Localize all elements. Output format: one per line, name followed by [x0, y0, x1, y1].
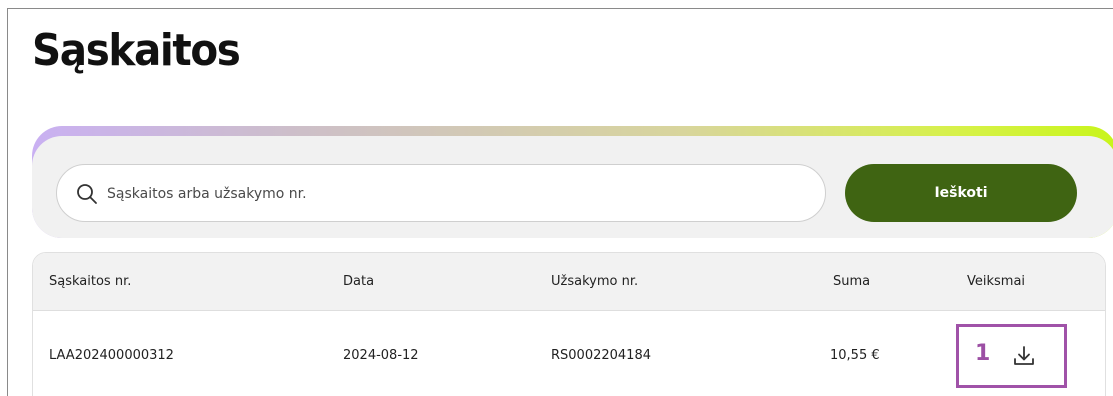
search-input[interactable] [105, 167, 809, 221]
annotation-highlight: 1 [956, 324, 1067, 388]
invoices-table: Sąskaitos nr. Data Užsakymo nr. Suma Vei… [32, 252, 1106, 396]
annotation-step-number: 1 [975, 341, 991, 366]
search-box[interactable] [56, 164, 826, 222]
search-button[interactable]: Ieškoti [845, 164, 1077, 222]
column-header-actions: Veiksmai [967, 274, 1026, 289]
column-header-date: Data [343, 274, 375, 289]
invoice-amount: 10,55 € [830, 348, 880, 363]
search-panel: Ieškoti [32, 126, 1113, 238]
invoice-number: LAA202400000312 [49, 348, 174, 363]
search-icon [77, 184, 97, 204]
column-header-invoice-no: Sąskaitos nr. [49, 274, 132, 289]
order-number: RS0002204184 [551, 348, 651, 363]
invoice-date: 2024-08-12 [343, 348, 419, 363]
column-header-amount: Suma [833, 274, 871, 289]
table-header: Sąskaitos nr. Data Užsakymo nr. Suma Vei… [33, 253, 1105, 311]
column-header-order-no: Užsakymo nr. [551, 274, 639, 289]
search-panel-inner: Ieškoti [32, 136, 1113, 238]
page-frame: Sąskaitos Ieškoti Sąskaitos nr. Data Užs… [7, 8, 1113, 396]
page-title: Sąskaitos [32, 25, 241, 76]
download-icon[interactable] [1011, 343, 1037, 369]
